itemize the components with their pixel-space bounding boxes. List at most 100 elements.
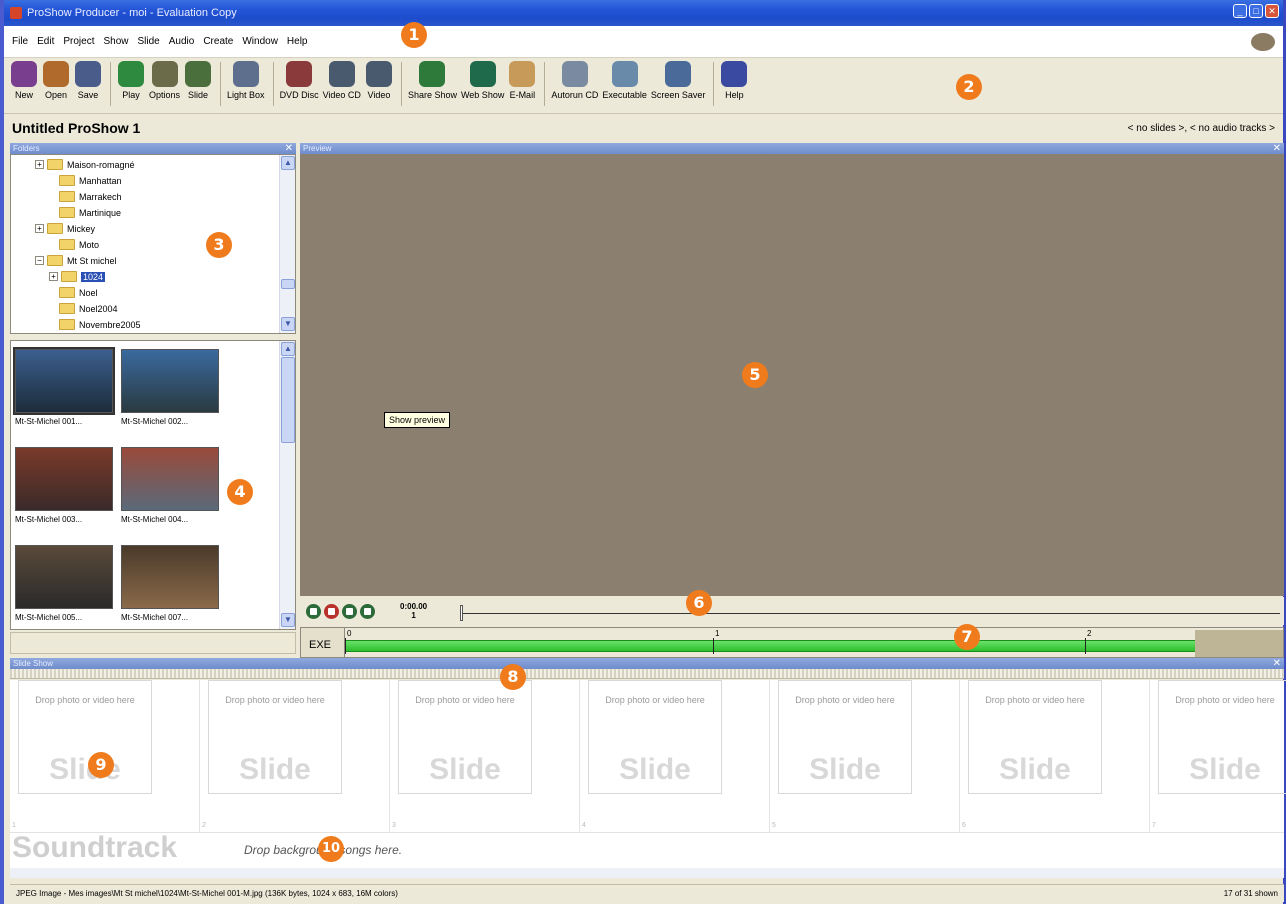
expand-icon[interactable]: + (35, 160, 44, 169)
slide-drop-zone[interactable]: Drop photo or video here Slide (398, 680, 532, 794)
show-header: Untitled ProShow 1 < no slides >, < no a… (4, 114, 1283, 142)
horizontal-scrollbar[interactable] (10, 868, 1284, 878)
e-mail-button[interactable]: E-Mail (508, 58, 536, 100)
folder-item[interactable]: + Mickey (35, 221, 95, 236)
slide-drop-zone[interactable]: Drop photo or video here Slide (1158, 680, 1286, 794)
slide-slot[interactable]: Drop photo or video here Slide 7 (1150, 680, 1286, 832)
expand-icon[interactable]: + (49, 272, 58, 281)
slide-placeholder-word: Slide (429, 753, 501, 786)
menu-show[interactable]: Show (103, 36, 128, 47)
scroll-up-icon[interactable]: ▲ (281, 156, 295, 170)
menu-edit[interactable]: Edit (37, 36, 54, 47)
options-button[interactable]: Options (149, 58, 180, 100)
scroll-down-icon[interactable]: ▼ (281, 317, 295, 331)
status-file-info: JPEG Image - Mes images\Mt St michel\102… (16, 889, 398, 898)
close-icon[interactable]: ✕ (1273, 143, 1281, 154)
folder-item[interactable]: Noel2004 (59, 301, 118, 316)
show-stats: < no slides >, < no audio tracks > (1127, 122, 1275, 134)
scroll-thumb[interactable] (281, 357, 295, 443)
thumbnail-item[interactable]: Mt-St-Michel 007... (121, 545, 221, 622)
menu-window[interactable]: Window (242, 36, 278, 47)
folder-item[interactable]: Martinique (59, 205, 121, 220)
toolbar-separator (272, 62, 274, 106)
thumbnail-image (15, 545, 113, 609)
slide-slot[interactable]: Drop photo or video here Slide 5 (770, 680, 960, 832)
thumbnail-item[interactable]: Mt-St-Michel 002... (121, 349, 221, 426)
soundtrack-area[interactable]: Soundtrack Drop background songs here. (10, 831, 1284, 868)
video-button[interactable]: Video (365, 58, 393, 100)
stop-icon[interactable] (324, 603, 339, 619)
slide-drop-zone[interactable]: Drop photo or video here Slide (208, 680, 342, 794)
close-icon[interactable]: ✕ (1273, 658, 1281, 669)
open-button[interactable]: Open (42, 58, 70, 100)
slide-button[interactable]: Slide (184, 58, 212, 100)
menu-create[interactable]: Create (203, 36, 233, 47)
scroll-up-icon[interactable]: ▲ (281, 342, 295, 356)
screen-saver-button[interactable]: Screen Saver (651, 58, 705, 100)
folder-icon (59, 287, 75, 298)
folder-item[interactable]: Novembre2005 (59, 317, 141, 332)
thumbnail-caption: Mt-St-Michel 004... (121, 515, 189, 524)
previous-icon[interactable] (342, 603, 357, 619)
close-icon[interactable]: ✕ (285, 143, 293, 154)
scroll-down-icon[interactable]: ▼ (281, 613, 295, 627)
slide-drop-zone[interactable]: Drop photo or video here Slide (18, 680, 152, 794)
toolbar-label: Executable (602, 90, 647, 100)
options-icon (151, 61, 178, 87)
folder-item[interactable]: Marrakech (59, 189, 122, 204)
play-icon[interactable] (306, 603, 321, 619)
folder-label: Novembre2005 (79, 319, 141, 330)
expand-icon[interactable]: + (35, 224, 44, 233)
thumbnail-item[interactable]: Mt-St-Michel 005... (15, 545, 115, 622)
web-show-button[interactable]: Web Show (461, 58, 504, 100)
menu-file[interactable]: File (12, 36, 28, 47)
help-button[interactable]: Help (720, 58, 748, 100)
slide-slot[interactable]: Drop photo or video here Slide 2 (200, 680, 390, 832)
autorun-cd-button[interactable]: Autorun CD (551, 58, 598, 100)
playback-position-handle[interactable] (460, 605, 463, 621)
light-box-button[interactable]: Light Box (227, 58, 265, 100)
playback-track[interactable] (460, 613, 1280, 614)
folder-item[interactable]: +1024 (49, 269, 106, 284)
thumbnail-item[interactable]: Mt-St-Michel 003... (15, 447, 115, 524)
timeline-progress-bar[interactable] (345, 640, 1195, 652)
thumbs-scrollbar[interactable]: ▲ ▼ (279, 341, 295, 629)
folder-item[interactable]: + Maison-romagné (35, 157, 135, 172)
thumbnail-item[interactable]: Mt-St-Michel 004... (121, 447, 221, 524)
minimize-icon[interactable]: _ (1233, 4, 1247, 18)
folder-item[interactable]: Noel (59, 285, 98, 300)
slide-drop-zone[interactable]: Drop photo or video here Slide (968, 680, 1102, 794)
thumbnail-item[interactable]: Mt-St-Michel 001... (13, 347, 115, 426)
menu-slide[interactable]: Slide (138, 36, 160, 47)
save-button[interactable]: Save (74, 58, 102, 100)
folder-item[interactable]: Manhattan (59, 173, 122, 188)
next-icon[interactable] (360, 603, 375, 619)
close-icon[interactable]: ✕ (1265, 4, 1279, 18)
slide-drop-zone[interactable]: Drop photo or video here Slide (778, 680, 912, 794)
menu-project[interactable]: Project (63, 36, 94, 47)
folder-label: Noel2004 (79, 303, 118, 314)
folder-item[interactable]: Moto (59, 237, 99, 252)
timeline[interactable]: EXE 0 1 2 (300, 627, 1284, 658)
folder-label: Noel (79, 287, 98, 298)
slide-slot[interactable]: Drop photo or video here Slide 4 (580, 680, 770, 832)
new-button[interactable]: New (10, 58, 38, 100)
executable-button[interactable]: Executable (602, 58, 647, 100)
maximize-icon[interactable]: □ (1249, 4, 1263, 18)
slide-slot[interactable]: Drop photo or video here Slide 6 (960, 680, 1150, 832)
menu-audio[interactable]: Audio (169, 36, 195, 47)
menu-help[interactable]: Help (287, 36, 308, 47)
scroll-thumb[interactable] (281, 279, 295, 289)
slide-number: 5 (772, 822, 776, 829)
play-button[interactable]: Play (117, 58, 145, 100)
preview-area[interactable]: Show preview (300, 154, 1284, 596)
play-icon (118, 61, 144, 87)
video-cd-button[interactable]: Video CD (323, 58, 361, 100)
folders-scrollbar[interactable]: ▲ ▼ (279, 155, 295, 333)
collapse-icon[interactable]: − (35, 256, 44, 265)
slide-drop-zone[interactable]: Drop photo or video here Slide (588, 680, 722, 794)
slide-slot[interactable]: Drop photo or video here Slide 3 (390, 680, 580, 832)
share-show-button[interactable]: Share Show (408, 58, 457, 100)
dvd-disc-button[interactable]: DVD Disc (280, 58, 319, 100)
folder-item[interactable]: − Mt St michel (35, 253, 117, 268)
